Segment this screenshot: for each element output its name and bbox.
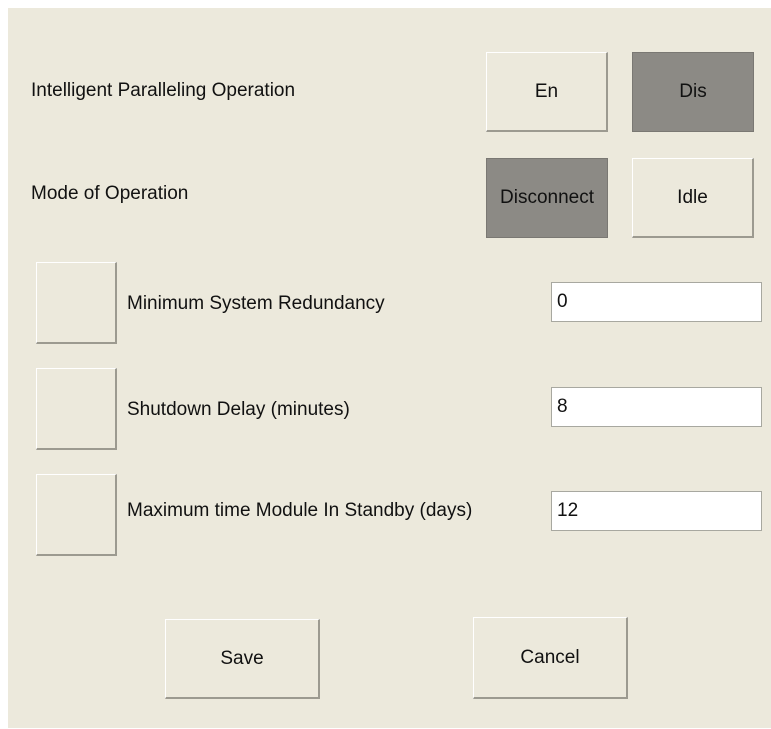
shutdown-delay-input[interactable] — [551, 387, 762, 427]
cancel-button[interactable]: Cancel — [473, 617, 628, 699]
mode-disconnect-button[interactable]: Disconnect — [486, 158, 608, 238]
max-standby-checkbox[interactable] — [36, 474, 117, 556]
save-button[interactable]: Save — [165, 619, 320, 699]
minimum-redundancy-label: Minimum System Redundancy — [127, 293, 385, 314]
intelligent-paralleling-label: Intelligent Paralleling Operation — [31, 80, 296, 101]
shutdown-delay-checkbox[interactable] — [36, 368, 117, 450]
mode-of-operation-label: Mode of Operation — [31, 183, 189, 204]
mode-idle-button[interactable]: Idle — [632, 158, 754, 238]
shutdown-delay-label: Shutdown Delay (minutes) — [127, 399, 350, 420]
minimum-redundancy-checkbox[interactable] — [36, 262, 117, 344]
max-standby-input[interactable] — [551, 491, 762, 531]
paralleling-disable-button[interactable]: Dis — [632, 52, 754, 132]
paralleling-enable-button[interactable]: En — [486, 52, 608, 132]
max-standby-label: Maximum time Module In Standby (days) — [127, 500, 473, 521]
minimum-redundancy-input[interactable] — [551, 282, 762, 322]
